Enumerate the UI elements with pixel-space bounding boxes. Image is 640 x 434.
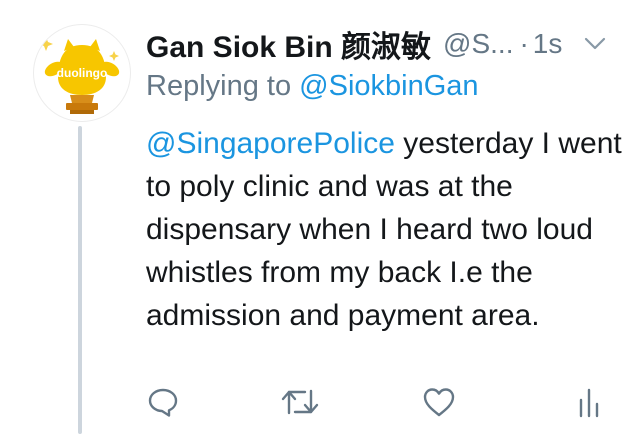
- action-bar: [0, 380, 640, 424]
- like-button[interactable]: [420, 380, 458, 424]
- replying-to: Replying to @SiokbinGan: [146, 70, 479, 103]
- user-handle[interactable]: @S...: [443, 28, 513, 60]
- avatar[interactable]: duolingo: [33, 24, 131, 122]
- mention-link[interactable]: @SingaporePolice: [146, 127, 395, 160]
- analytics-button[interactable]: [574, 380, 604, 424]
- retweet-icon: [281, 389, 319, 415]
- timestamp[interactable]: 1s: [533, 28, 563, 60]
- replying-prefix: Replying to: [146, 70, 292, 102]
- tweet-text: @SingaporePolice yesterday I went to pol…: [146, 122, 626, 337]
- analytics-icon: [579, 388, 599, 418]
- separator-dot: ·: [519, 28, 529, 59]
- retweet-button[interactable]: [280, 380, 320, 424]
- logo-text: duolingo: [57, 66, 108, 80]
- chevron-down-icon[interactable]: [584, 37, 606, 51]
- tweet-header: Gan Siok Bin 颜淑敏 @S... · 1s: [146, 24, 626, 64]
- replying-to-link[interactable]: @SiokbinGan: [299, 70, 478, 102]
- reply-button[interactable]: [145, 380, 181, 424]
- display-name[interactable]: Gan Siok Bin 颜淑敏: [146, 22, 431, 66]
- duolingo-owl-trophy-icon: duolingo: [39, 37, 120, 114]
- heart-icon: [423, 388, 455, 417]
- comment-icon: [148, 388, 178, 417]
